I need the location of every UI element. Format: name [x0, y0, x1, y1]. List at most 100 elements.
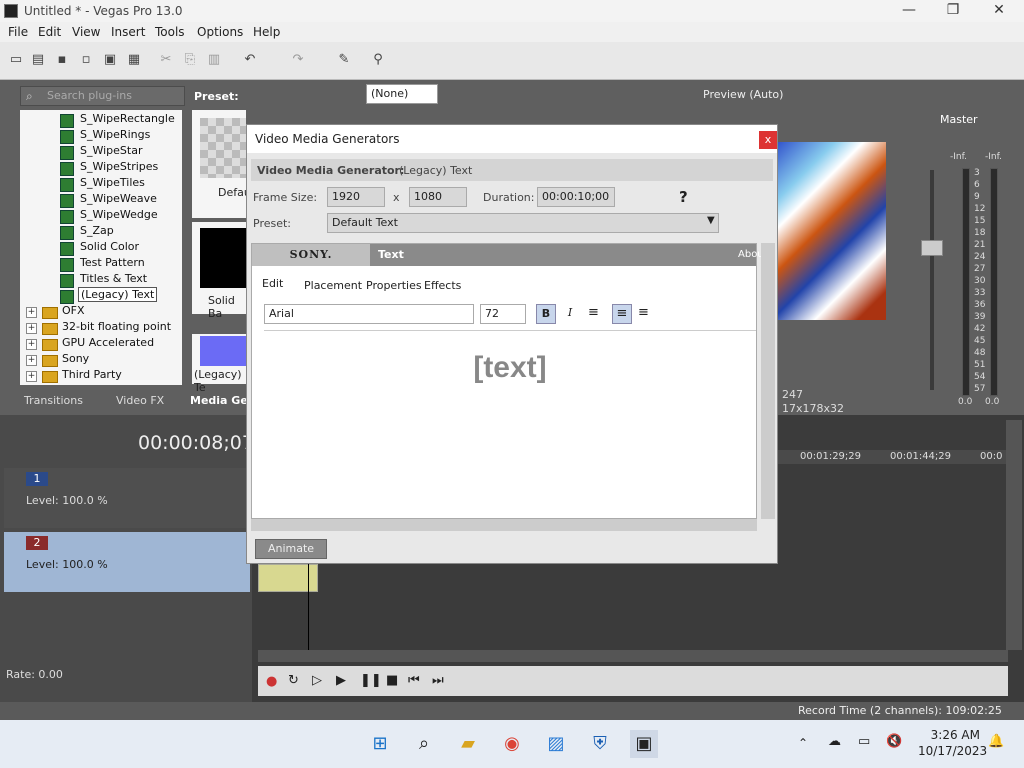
preset-thumb-solid[interactable]: Solid Ba [192, 222, 246, 320]
dialog-vertical-scrollbar[interactable] [761, 243, 775, 519]
expand-icon[interactable]: + [26, 323, 37, 334]
search-plugins-input[interactable]: Search plug-ins [20, 86, 185, 106]
security-shield-icon[interactable]: ⛨ [586, 730, 614, 758]
tab-transitions[interactable]: Transitions [24, 394, 83, 412]
menu-file[interactable]: File [8, 25, 28, 39]
frame-width-input[interactable]: 1920 [327, 187, 385, 207]
master-fader[interactable] [921, 170, 943, 400]
menu-edit[interactable]: Edit [38, 25, 61, 39]
tab-placement[interactable]: Placement [304, 279, 362, 292]
go-to-start-icon[interactable]: ⏮ [408, 673, 420, 688]
chrome-icon[interactable]: ◉ [498, 730, 526, 758]
about-link[interactable]: Abou [738, 249, 764, 260]
track-2-header[interactable]: 2 Level: 100.0 % [4, 532, 250, 592]
record-icon[interactable]: ● [266, 674, 277, 689]
track-level: Level: 100.0 % [26, 494, 108, 507]
tab-edit[interactable]: Edit [262, 277, 283, 290]
save-icon[interactable]: ▪ [54, 52, 70, 68]
text-edit-area[interactable]: [text] [264, 330, 756, 516]
menu-view[interactable]: View [72, 25, 100, 39]
plugin-tree[interactable]: S_WipeRectangle S_WipeRings S_WipeStar S… [20, 110, 182, 385]
play-icon[interactable]: ▶ [336, 673, 346, 688]
menu-help[interactable]: Help [253, 25, 280, 39]
loop-icon[interactable]: ↻ [288, 673, 299, 688]
fader-handle[interactable] [921, 240, 943, 256]
go-to-end-icon[interactable]: ⏭ [432, 673, 444, 688]
expand-icon[interactable]: + [26, 371, 37, 382]
notification-bell-icon[interactable]: 🔔 [988, 734, 1004, 749]
tab-media-generators[interactable]: Media Ge [190, 394, 248, 412]
bold-button[interactable]: B [536, 304, 556, 324]
dialog-close-button[interactable]: x [759, 131, 777, 149]
paste-icon[interactable]: ▥ [206, 52, 222, 68]
menu-insert[interactable]: Insert [111, 25, 145, 39]
track-1-header[interactable]: 1 Level: 100.0 % [4, 468, 250, 528]
frame-x-label: x [393, 191, 400, 204]
minimize-button[interactable]: — [894, 2, 924, 20]
meter-scale-tick: 48 [974, 348, 986, 358]
play-from-start-icon[interactable]: ▷ [312, 673, 322, 688]
italic-button[interactable]: I [560, 304, 580, 324]
network-icon[interactable]: ☁ [828, 734, 841, 749]
font-size-select[interactable]: 72 [480, 304, 526, 324]
clock-time[interactable]: 3:26 AM [926, 728, 980, 742]
cut-icon[interactable]: ✂ [158, 52, 174, 68]
align-right-icon[interactable]: ≡ [638, 305, 649, 320]
ruler-marker: 00:01:29;29 [800, 451, 862, 462]
generator-icon [60, 274, 74, 288]
menu-options[interactable]: Options [197, 25, 243, 39]
save-as-icon[interactable]: ▫ [78, 52, 94, 68]
duration-input[interactable]: 00:00:10;00 [537, 187, 615, 207]
tab-effects[interactable]: Effects [424, 279, 461, 292]
dialog-horizontal-scrollbar[interactable] [251, 519, 757, 531]
copy-icon[interactable]: ⎘ [182, 52, 198, 68]
open-folder-icon[interactable]: ▤ [30, 52, 46, 68]
horizontal-scrollbar[interactable] [258, 650, 1008, 662]
tab-video-fx[interactable]: Video FX [116, 394, 164, 412]
pause-icon[interactable]: ❚❚ [360, 673, 382, 688]
text-content[interactable]: [text] [264, 351, 756, 385]
brush-icon[interactable]: ✎ [336, 52, 352, 68]
vegas-taskbar-icon[interactable]: ▣ [630, 730, 658, 758]
stop-icon[interactable]: ■ [386, 673, 398, 688]
redo-icon[interactable]: ↷ [290, 52, 306, 68]
volume-muted-icon[interactable]: 🔇 [886, 734, 902, 749]
render-icon[interactable]: ▣ [102, 52, 118, 68]
preview-quality-select[interactable]: Preview (Auto) [703, 88, 783, 101]
font-select[interactable]: Arial [264, 304, 474, 324]
plugin-name: Text [378, 248, 404, 261]
align-left-icon[interactable]: ≡ [588, 305, 599, 320]
status-bar: Record Time (2 channels): 109:02:25 [0, 702, 1024, 720]
preset-select[interactable]: Default Text [327, 213, 719, 233]
transport-bar: ● ↻ ▷ ▶ ❚❚ ■ ⏮ ⏭ [258, 666, 1008, 696]
chevron-up-icon[interactable]: ⌃ [798, 736, 808, 750]
photos-icon[interactable]: ▨ [542, 730, 570, 758]
expand-icon[interactable]: + [26, 307, 37, 318]
preset-thumb-legacy[interactable]: (Legacy) Te [192, 334, 246, 394]
text-event-clip[interactable] [258, 564, 318, 592]
preset-thumb-default[interactable]: Defau [192, 110, 251, 218]
expand-icon[interactable]: + [26, 339, 37, 350]
vertical-scrollbar[interactable] [1006, 420, 1022, 650]
close-button[interactable]: ✕ [984, 2, 1014, 20]
restore-button[interactable]: ❐ [938, 2, 968, 20]
frame-height-input[interactable]: 1080 [409, 187, 467, 207]
new-file-icon[interactable]: ▭ [8, 52, 24, 68]
undo-icon[interactable]: ↶ [242, 52, 258, 68]
file-explorer-icon[interactable]: ▰ [454, 730, 482, 758]
pin-icon[interactable]: ⚲ [370, 52, 386, 68]
help-icon[interactable]: ? [679, 188, 688, 206]
menu-tools[interactable]: Tools [155, 25, 185, 39]
properties-icon[interactable]: ▦ [126, 52, 142, 68]
vegas-app-icon [4, 4, 18, 18]
search-icon[interactable]: ⌕ [410, 730, 438, 758]
windows-start-icon[interactable]: ⊞ [366, 730, 394, 758]
preview-fx-select[interactable]: (None) [366, 84, 438, 104]
tab-properties[interactable]: Properties [366, 279, 422, 292]
clock-date[interactable]: 10/17/2023 [918, 744, 987, 758]
display-icon[interactable]: ▭ [858, 734, 870, 749]
animate-button[interactable]: Animate [255, 539, 327, 559]
chevron-down-icon[interactable]: ▼ [707, 215, 715, 226]
align-center-icon[interactable]: ≡ [612, 304, 632, 324]
expand-icon[interactable]: + [26, 355, 37, 366]
